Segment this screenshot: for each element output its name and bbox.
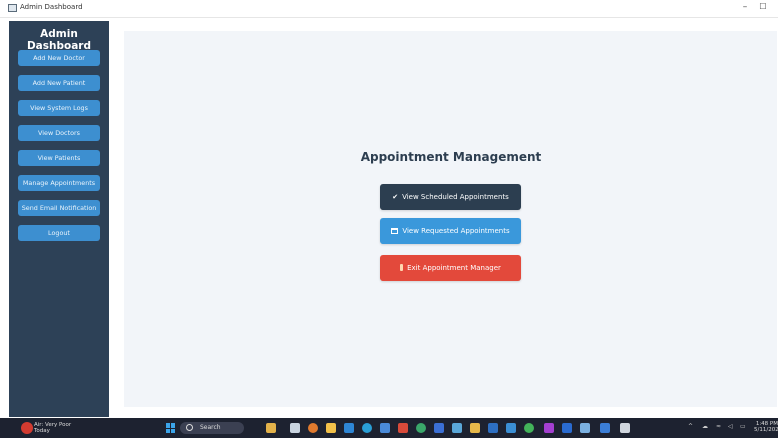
view-system-logs-button[interactable]: View System Logs bbox=[18, 100, 100, 116]
main-panel: Appointment Management ✔ View Scheduled A… bbox=[124, 31, 777, 407]
app-icon-7[interactable] bbox=[544, 423, 554, 433]
page-title: Appointment Management bbox=[360, 150, 542, 164]
taskbar: Air: Very Poor Today Search ^ ☁ ≈ ◁ ▭ 1:… bbox=[0, 418, 778, 438]
door-icon bbox=[400, 264, 404, 271]
widgets-icon[interactable] bbox=[266, 423, 276, 433]
chevron-up-icon[interactable]: ^ bbox=[688, 423, 693, 430]
taskbar-search[interactable]: Search bbox=[180, 422, 244, 434]
store-icon[interactable] bbox=[344, 423, 354, 433]
file-explorer-icon[interactable] bbox=[326, 423, 336, 433]
app-icon-9[interactable] bbox=[580, 423, 590, 433]
app-icon-5[interactable] bbox=[470, 423, 480, 433]
taskbar-clock[interactable]: 1:48 PM 5/11/2025 bbox=[754, 421, 778, 433]
search-icon bbox=[186, 424, 193, 431]
volume-icon[interactable]: ◁ bbox=[728, 423, 733, 430]
vscode-icon[interactable] bbox=[488, 423, 498, 433]
wifi-icon[interactable]: ≈ bbox=[716, 423, 721, 430]
minimize-icon[interactable]: – bbox=[738, 2, 752, 12]
add-doctor-button[interactable]: Add New Doctor bbox=[18, 50, 100, 66]
weather-day: Today bbox=[34, 428, 50, 434]
sidebar: Admin Dashboard Add New Doctor Add New P… bbox=[9, 21, 109, 417]
send-email-notification-button[interactable]: Send Email Notification bbox=[18, 200, 100, 216]
view-scheduled-label: View Scheduled Appointments bbox=[402, 193, 509, 201]
app-icon-10[interactable] bbox=[600, 423, 610, 433]
view-requested-label: View Requested Appointments bbox=[402, 227, 510, 235]
window-titlebar: Admin Dashboard – ☐ bbox=[0, 0, 778, 18]
cloud-icon[interactable]: ☁ bbox=[702, 423, 708, 430]
sidebar-heading: Admin Dashboard bbox=[26, 28, 92, 52]
spotify-icon[interactable] bbox=[524, 423, 534, 433]
exit-appointment-manager-button[interactable]: Exit Appointment Manager bbox=[380, 255, 521, 281]
view-doctors-button[interactable]: View Doctors bbox=[18, 125, 100, 141]
task-view-icon[interactable] bbox=[290, 423, 300, 433]
weather-icon[interactable] bbox=[21, 422, 33, 434]
logout-button[interactable]: Logout bbox=[18, 225, 100, 241]
manage-appointments-button[interactable]: Manage Appointments bbox=[18, 175, 100, 191]
weather-widget[interactable]: Air: Very Poor Today bbox=[34, 422, 71, 434]
firefox-icon[interactable] bbox=[308, 423, 318, 433]
app-icon-11[interactable] bbox=[620, 423, 630, 433]
calendar-icon bbox=[391, 228, 399, 234]
edge-icon[interactable] bbox=[362, 423, 372, 433]
chrome-icon[interactable] bbox=[416, 423, 426, 433]
windows-start-icon[interactable] bbox=[166, 423, 176, 433]
app-icon-3[interactable] bbox=[434, 423, 444, 433]
app-icon-6[interactable] bbox=[506, 423, 516, 433]
checkmark-icon: ✔ bbox=[392, 193, 399, 201]
battery-icon[interactable]: ▭ bbox=[740, 423, 746, 430]
window-title: Admin Dashboard bbox=[20, 3, 83, 11]
view-patients-button[interactable]: View Patients bbox=[18, 150, 100, 166]
app-icon-1[interactable] bbox=[380, 423, 390, 433]
exit-label: Exit Appointment Manager bbox=[407, 264, 501, 272]
app-window-icon bbox=[8, 4, 17, 12]
view-requested-appointments-button[interactable]: View Requested Appointments bbox=[380, 218, 521, 244]
app-icon-4[interactable] bbox=[452, 423, 462, 433]
app-icon-8[interactable] bbox=[562, 423, 572, 433]
clock-date: 5/11/2025 bbox=[754, 427, 778, 433]
search-label: Search bbox=[200, 424, 221, 431]
app-icon-2[interactable] bbox=[398, 423, 408, 433]
view-scheduled-appointments-button[interactable]: ✔ View Scheduled Appointments bbox=[380, 184, 521, 210]
add-patient-button[interactable]: Add New Patient bbox=[18, 75, 100, 91]
maximize-icon[interactable]: ☐ bbox=[756, 2, 770, 11]
